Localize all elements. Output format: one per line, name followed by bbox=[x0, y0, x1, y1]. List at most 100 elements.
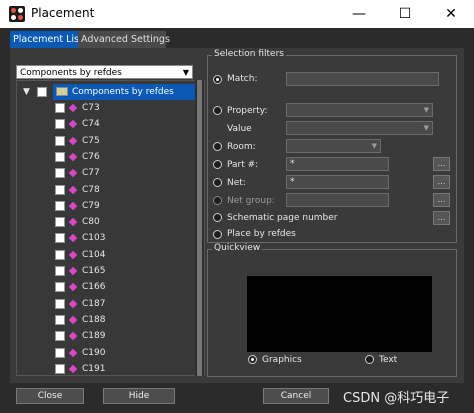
part-radio[interactable] bbox=[213, 160, 222, 169]
net-group-label: Net group: bbox=[227, 196, 275, 206]
graphics-label: Graphics bbox=[262, 355, 302, 365]
chevron-down-icon: ▼ bbox=[371, 142, 377, 150]
component-checkbox[interactable] bbox=[55, 328, 70, 344]
schematic-label: Schematic page number bbox=[227, 213, 338, 223]
component-item[interactable]: C191 bbox=[68, 361, 106, 375]
component-checkbox[interactable] bbox=[55, 247, 70, 263]
net-browse-button[interactable]: ... bbox=[433, 175, 450, 189]
component-checkbox[interactable] bbox=[55, 149, 70, 165]
net-group-input[interactable] bbox=[286, 193, 389, 207]
component-label: C166 bbox=[82, 282, 106, 292]
match-radio[interactable] bbox=[213, 75, 222, 84]
component-label: C78 bbox=[82, 185, 100, 195]
component-icon bbox=[68, 201, 78, 210]
graphics-radio[interactable] bbox=[248, 355, 257, 364]
window-title: Placement bbox=[31, 6, 95, 20]
net-radio[interactable] bbox=[213, 178, 222, 187]
component-label: C75 bbox=[82, 136, 100, 146]
component-checkbox[interactable] bbox=[55, 230, 70, 246]
component-item[interactable]: C166 bbox=[68, 279, 106, 295]
part-input[interactable]: * bbox=[286, 157, 389, 171]
component-checkbox[interactable] bbox=[55, 263, 70, 279]
component-checkbox[interactable] bbox=[55, 133, 70, 149]
component-icon bbox=[68, 136, 78, 145]
expand-toggle-icon[interactable]: ▼ bbox=[23, 84, 30, 100]
net-input[interactable]: * bbox=[286, 175, 389, 189]
component-checkbox[interactable] bbox=[55, 165, 70, 181]
component-checkbox[interactable] bbox=[55, 296, 70, 312]
maximize-icon[interactable]: ☐ bbox=[382, 0, 428, 28]
room-radio[interactable] bbox=[213, 142, 222, 151]
component-icon bbox=[68, 103, 78, 112]
part-browse-button[interactable]: ... bbox=[433, 157, 450, 171]
schematic-radio[interactable] bbox=[213, 213, 222, 222]
component-checkbox[interactable] bbox=[55, 279, 70, 295]
component-item[interactable]: C79 bbox=[68, 198, 100, 214]
close-button[interactable]: Close bbox=[16, 388, 84, 404]
component-item[interactable]: C78 bbox=[68, 182, 100, 198]
component-item[interactable]: C74 bbox=[68, 116, 100, 132]
component-icon bbox=[68, 282, 78, 291]
chevron-down-icon: ▼ bbox=[423, 124, 429, 132]
component-item[interactable]: C165 bbox=[68, 263, 106, 279]
component-checkbox[interactable] bbox=[55, 198, 70, 214]
hide-button[interactable]: Hide bbox=[103, 388, 175, 404]
component-item[interactable]: C77 bbox=[68, 165, 100, 181]
component-item[interactable]: C189 bbox=[68, 328, 106, 344]
component-item[interactable]: C76 bbox=[68, 149, 100, 165]
schematic-browse-button[interactable]: ... bbox=[433, 211, 450, 225]
component-item[interactable]: C80 bbox=[68, 214, 100, 230]
component-item[interactable]: C103 bbox=[68, 230, 106, 246]
component-label: C189 bbox=[82, 331, 106, 341]
property-select[interactable]: ▼ bbox=[286, 103, 433, 117]
tree-root-item[interactable]: Components by refdes bbox=[53, 84, 204, 100]
net-group-browse-button[interactable]: ... bbox=[433, 193, 450, 207]
tab-advanced-settings[interactable]: Advanced Settings bbox=[78, 31, 170, 48]
component-checkbox[interactable] bbox=[55, 345, 70, 361]
root-checkbox[interactable] bbox=[37, 84, 52, 100]
room-select[interactable]: ▼ bbox=[286, 139, 381, 153]
component-label: C103 bbox=[82, 233, 106, 243]
component-checkbox[interactable] bbox=[55, 116, 70, 132]
component-label: C165 bbox=[82, 266, 106, 276]
component-label: C79 bbox=[82, 201, 100, 211]
component-checkbox[interactable] bbox=[55, 100, 70, 116]
component-icon bbox=[68, 266, 78, 275]
component-item[interactable]: C104 bbox=[68, 247, 105, 263]
component-label: C77 bbox=[82, 168, 100, 178]
net-group-radio[interactable] bbox=[213, 196, 222, 205]
component-label: C76 bbox=[82, 152, 100, 162]
component-tree[interactable]: ▼ Components by refdes C73 C74 C75 C76 C77 C7… bbox=[16, 80, 205, 376]
list-mode-select[interactable]: Components by refdes ▼ bbox=[16, 65, 193, 79]
tab-placement-list[interactable]: Placement List bbox=[10, 31, 83, 48]
component-checkbox[interactable] bbox=[55, 312, 70, 328]
component-item[interactable]: C190 bbox=[68, 345, 105, 361]
place-by-refdes-radio[interactable] bbox=[213, 230, 222, 239]
component-label: C191 bbox=[82, 364, 106, 374]
component-item[interactable]: C75 bbox=[68, 133, 100, 149]
component-item[interactable]: C187 bbox=[68, 296, 105, 312]
component-checkbox[interactable] bbox=[55, 214, 70, 230]
component-checkbox[interactable] bbox=[55, 182, 70, 198]
selection-filters-title: Selection filters bbox=[212, 49, 286, 59]
component-label: C74 bbox=[82, 119, 100, 129]
minimize-icon[interactable]: — bbox=[336, 0, 382, 28]
component-item[interactable]: C188 bbox=[68, 312, 105, 328]
close-icon[interactable]: ✕ bbox=[428, 0, 474, 28]
cancel-button[interactable]: Cancel bbox=[263, 388, 329, 404]
chevron-down-icon: ▼ bbox=[182, 68, 189, 77]
value-select[interactable]: ▼ bbox=[286, 121, 433, 135]
quickview-canvas[interactable] bbox=[247, 276, 432, 352]
tree-scrollbar[interactable] bbox=[195, 80, 204, 376]
component-icon bbox=[68, 315, 78, 324]
place-by-refdes-label: Place by refdes bbox=[227, 229, 296, 239]
component-icon bbox=[68, 364, 78, 373]
component-item[interactable]: C73 bbox=[68, 100, 100, 116]
component-label: C73 bbox=[82, 103, 100, 113]
folder-icon bbox=[56, 87, 68, 96]
scrollbar-thumb[interactable] bbox=[197, 80, 202, 376]
match-input[interactable] bbox=[286, 72, 439, 86]
property-radio[interactable] bbox=[213, 106, 222, 115]
room-label: Room: bbox=[227, 142, 256, 152]
text-radio[interactable] bbox=[365, 355, 374, 364]
